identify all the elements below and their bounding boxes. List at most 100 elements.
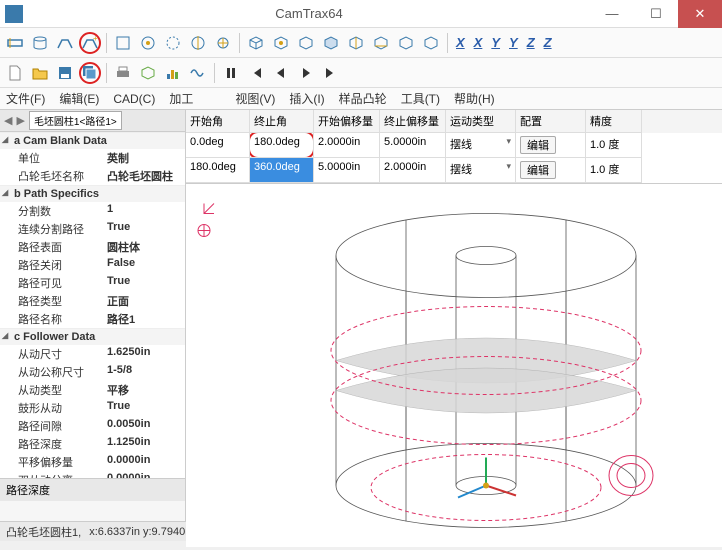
grid-row[interactable]: 0.0deg180.0deg2.0000in5.0000in摆线▾编辑1.0 度 [186, 133, 722, 158]
prop-value[interactable]: 英制 [107, 150, 181, 166]
prop-value[interactable]: True [107, 400, 181, 416]
menu-edit[interactable]: 编辑(E) [59, 90, 99, 107]
prop-row[interactable]: 路径关闭False [0, 256, 185, 274]
menu-samples[interactable]: 样品凸轮 [339, 90, 387, 107]
new-file-icon[interactable] [4, 62, 26, 84]
next-icon[interactable] [295, 62, 317, 84]
cam-barrel-icon[interactable] [29, 32, 51, 54]
prop-row[interactable]: 从动公称尺寸1-5/8 [0, 363, 185, 381]
grid-header[interactable]: 精度 [586, 110, 642, 133]
tool-e-icon[interactable] [212, 32, 234, 54]
property-tab[interactable]: 毛坯圆柱1<路径1> [29, 111, 122, 130]
menu-cad[interactable]: CAD(C) [113, 92, 155, 106]
prop-category[interactable]: c Follower Data [0, 328, 185, 345]
prop-row[interactable]: 平移偏移量0.0000in [0, 453, 185, 471]
prop-row[interactable]: 路径间隙0.0050in [0, 417, 185, 435]
cube-4-icon[interactable] [320, 32, 342, 54]
tool-d-icon[interactable] [187, 32, 209, 54]
prop-category[interactable]: a Cam Blank Data [0, 132, 185, 149]
prop-row[interactable]: 连续分割路径True [0, 220, 185, 238]
axis-y1-button[interactable]: Y [488, 35, 503, 50]
prop-value[interactable]: 平移 [107, 382, 181, 398]
axis-z2-button[interactable]: Z [541, 35, 555, 50]
save-icon[interactable] [54, 62, 76, 84]
menu-tools[interactable]: 工具(T) [401, 90, 440, 107]
prop-value[interactable]: 凸轮毛坯圆柱 [107, 168, 181, 184]
prop-row[interactable]: 路径可见True [0, 274, 185, 292]
menu-machining[interactable]: 加工 [169, 90, 193, 107]
grid-cell[interactable]: 5.0000in [314, 158, 380, 183]
print-icon[interactable] [112, 62, 134, 84]
cube-8-icon[interactable] [420, 32, 442, 54]
prop-row[interactable]: 路径表面圆柱体 [0, 238, 185, 256]
grid-cell[interactable]: 360.0deg [250, 158, 314, 183]
prop-row[interactable]: 从动类型平移 [0, 381, 185, 399]
cam-linear-icon[interactable] [54, 32, 76, 54]
prop-row[interactable]: 分割数1 [0, 202, 185, 220]
cube-3-icon[interactable] [295, 32, 317, 54]
prop-value[interactable]: 1.1250in [107, 436, 181, 452]
grid-header[interactable]: 开始角 [186, 110, 250, 133]
open-file-icon[interactable] [29, 62, 51, 84]
prop-value[interactable]: 1 [107, 203, 181, 219]
grid-cell[interactable]: 摆线▾ [446, 158, 516, 183]
grid-cell[interactable]: 1.0 度 [586, 133, 642, 158]
prop-row[interactable]: 单位英制 [0, 149, 185, 167]
maximize-button[interactable]: ☐ [634, 0, 678, 28]
axis-x2-button[interactable]: X [471, 35, 486, 50]
prop-value[interactable]: False [107, 257, 181, 273]
tool-b-icon[interactable] [137, 32, 159, 54]
export-icon[interactable] [137, 62, 159, 84]
prop-row[interactable]: 凸轮毛坯名称凸轮毛坯圆柱 [0, 167, 185, 185]
cube-2-icon[interactable] [270, 32, 292, 54]
prop-value[interactable]: 路径1 [107, 311, 181, 327]
cam-add-path-icon[interactable]: + [79, 32, 101, 54]
prop-value[interactable]: 1.6250in [107, 346, 181, 362]
grid-cell[interactable]: 编辑 [516, 158, 586, 183]
grid-cell[interactable]: 1.0 度 [586, 158, 642, 183]
cube-1-icon[interactable] [245, 32, 267, 54]
prev-icon[interactable] [270, 62, 292, 84]
tool-c-icon[interactable] [162, 32, 184, 54]
prop-row[interactable]: 双从动分离0.0000in [0, 471, 185, 478]
minimize-button[interactable]: — [590, 0, 634, 28]
prop-row[interactable]: 路径深度1.1250in [0, 435, 185, 453]
prop-value[interactable]: 0.0000in [107, 454, 181, 470]
grid-cell[interactable]: 180.0deg [250, 133, 314, 158]
axis-z1-button[interactable]: Z [524, 35, 538, 50]
cube-5-icon[interactable] [345, 32, 367, 54]
prop-row[interactable]: 鼓形从动True [0, 399, 185, 417]
prop-value[interactable]: 1-5/8 [107, 364, 181, 380]
grid-header[interactable]: 终止偏移量 [380, 110, 446, 133]
first-icon[interactable] [245, 62, 267, 84]
save-all-icon[interactable] [79, 62, 101, 84]
prop-value[interactable]: True [107, 221, 181, 237]
menu-insert[interactable]: 插入(I) [289, 90, 324, 107]
chart-icon[interactable] [162, 62, 184, 84]
prop-row[interactable]: 路径名称路径1 [0, 310, 185, 328]
menu-help[interactable]: 帮助(H) [454, 90, 495, 107]
grid-header[interactable]: 开始偏移量 [314, 110, 380, 133]
prop-value[interactable]: 圆柱体 [107, 239, 181, 255]
menu-view[interactable]: 视图(V) [235, 90, 275, 107]
prop-value[interactable]: 0.0050in [107, 418, 181, 434]
axis-x1-button[interactable]: X [453, 35, 468, 50]
grid-header[interactable]: 配置 [516, 110, 586, 133]
wave-icon[interactable] [187, 62, 209, 84]
prop-category[interactable]: b Path Specifics [0, 185, 185, 202]
grid-header[interactable]: 终止角 [250, 110, 314, 133]
axis-y2-button[interactable]: Y [506, 35, 521, 50]
grid-cell[interactable]: 0.0deg [186, 133, 250, 158]
property-list[interactable]: a Cam Blank Data单位英制凸轮毛坯名称凸轮毛坯圆柱b Path S… [0, 132, 185, 478]
close-button[interactable]: ✕ [678, 0, 722, 28]
prop-row[interactable]: 从动尺寸1.6250in [0, 345, 185, 363]
last-icon[interactable] [320, 62, 342, 84]
grid-cell[interactable]: 编辑 [516, 133, 586, 158]
grid-cell[interactable]: 2.0000in [380, 158, 446, 183]
motion-grid[interactable]: 开始角终止角开始偏移量终止偏移量运动类型配置精度 0.0deg180.0deg2… [186, 110, 722, 184]
grid-cell[interactable]: 摆线▾ [446, 133, 516, 158]
cube-6-icon[interactable] [370, 32, 392, 54]
viewport-3d[interactable] [186, 184, 722, 547]
prop-value[interactable]: True [107, 275, 181, 291]
grid-cell[interactable]: 2.0000in [314, 133, 380, 158]
